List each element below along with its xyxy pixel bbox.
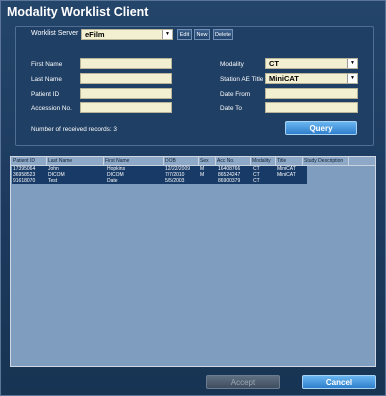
patient-id-field[interactable] [80,88,172,99]
modality-label: Modality [220,61,244,68]
records-count-text: Number of received records: 3 [31,126,117,133]
table-row[interactable]: 91618070 Test Date 5/5/2003 86900379 CT [12,178,307,184]
column-header[interactable]: Last Name [47,157,104,165]
results-table: Patient ID Last Name First Name DOB Sex … [10,156,376,367]
cell-patient-id: 91618070 [13,178,36,184]
chevron-down-icon[interactable]: ▼ [347,59,357,68]
column-header[interactable]: Sex [199,157,216,165]
worklist-window: Modality Worklist Client Worklist Server… [0,0,386,396]
worklist-server-label: Worklist Server [31,30,79,37]
cell-last-name: Test [48,178,58,184]
column-header[interactable]: Modality [251,157,276,165]
column-header[interactable]: Study Description [303,157,349,165]
accept-button[interactable]: Accept [206,375,280,389]
modality-value: CT [269,59,279,68]
chevron-down-icon[interactable]: ▼ [162,30,172,39]
worklist-server-value: eFilm [85,30,105,39]
delete-server-button[interactable]: Delete [213,29,233,40]
edit-server-button[interactable]: Edit [177,29,192,40]
cell-first-name: Date [107,178,118,184]
modality-select[interactable]: CT ▼ [265,58,358,69]
date-from-field[interactable] [265,88,358,99]
station-ae-title-select[interactable]: MiniCAT ▼ [265,73,358,84]
accession-field[interactable] [80,102,172,113]
column-header[interactable]: Patient ID [12,157,47,165]
cell-modality: CT [253,178,260,184]
last-name-label: Last Name [31,76,62,83]
column-header[interactable]: Acc No. [216,157,251,165]
station-ae-title-value: MiniCAT [269,74,299,83]
new-server-button[interactable]: New [194,29,210,40]
first-name-field[interactable] [80,58,172,69]
cell-acc-no: 86900379 [218,178,241,184]
patient-id-label: Patient ID [31,91,60,98]
column-header[interactable]: Title [276,157,303,165]
date-from-label: Date From [220,91,251,98]
first-name-label: First Name [31,61,63,68]
cell-dob: 5/5/2003 [165,178,185,184]
accession-label: Accession No. [31,105,72,112]
worklist-server-select[interactable]: eFilm ▼ [81,29,173,40]
query-button[interactable]: Query [285,121,357,135]
date-to-field[interactable] [265,102,358,113]
last-name-field[interactable] [80,73,172,84]
station-ae-title-label: Station AE Title [220,76,264,83]
window-title: Modality Worklist Client [7,5,149,19]
chevron-down-icon[interactable]: ▼ [347,74,357,83]
date-to-label: Date To [220,105,242,112]
column-header[interactable]: DOB [164,157,199,165]
table-header: Patient ID Last Name First Name DOB Sex … [11,157,375,166]
cancel-button[interactable]: Cancel [302,375,376,389]
column-header[interactable]: First Name [104,157,164,165]
